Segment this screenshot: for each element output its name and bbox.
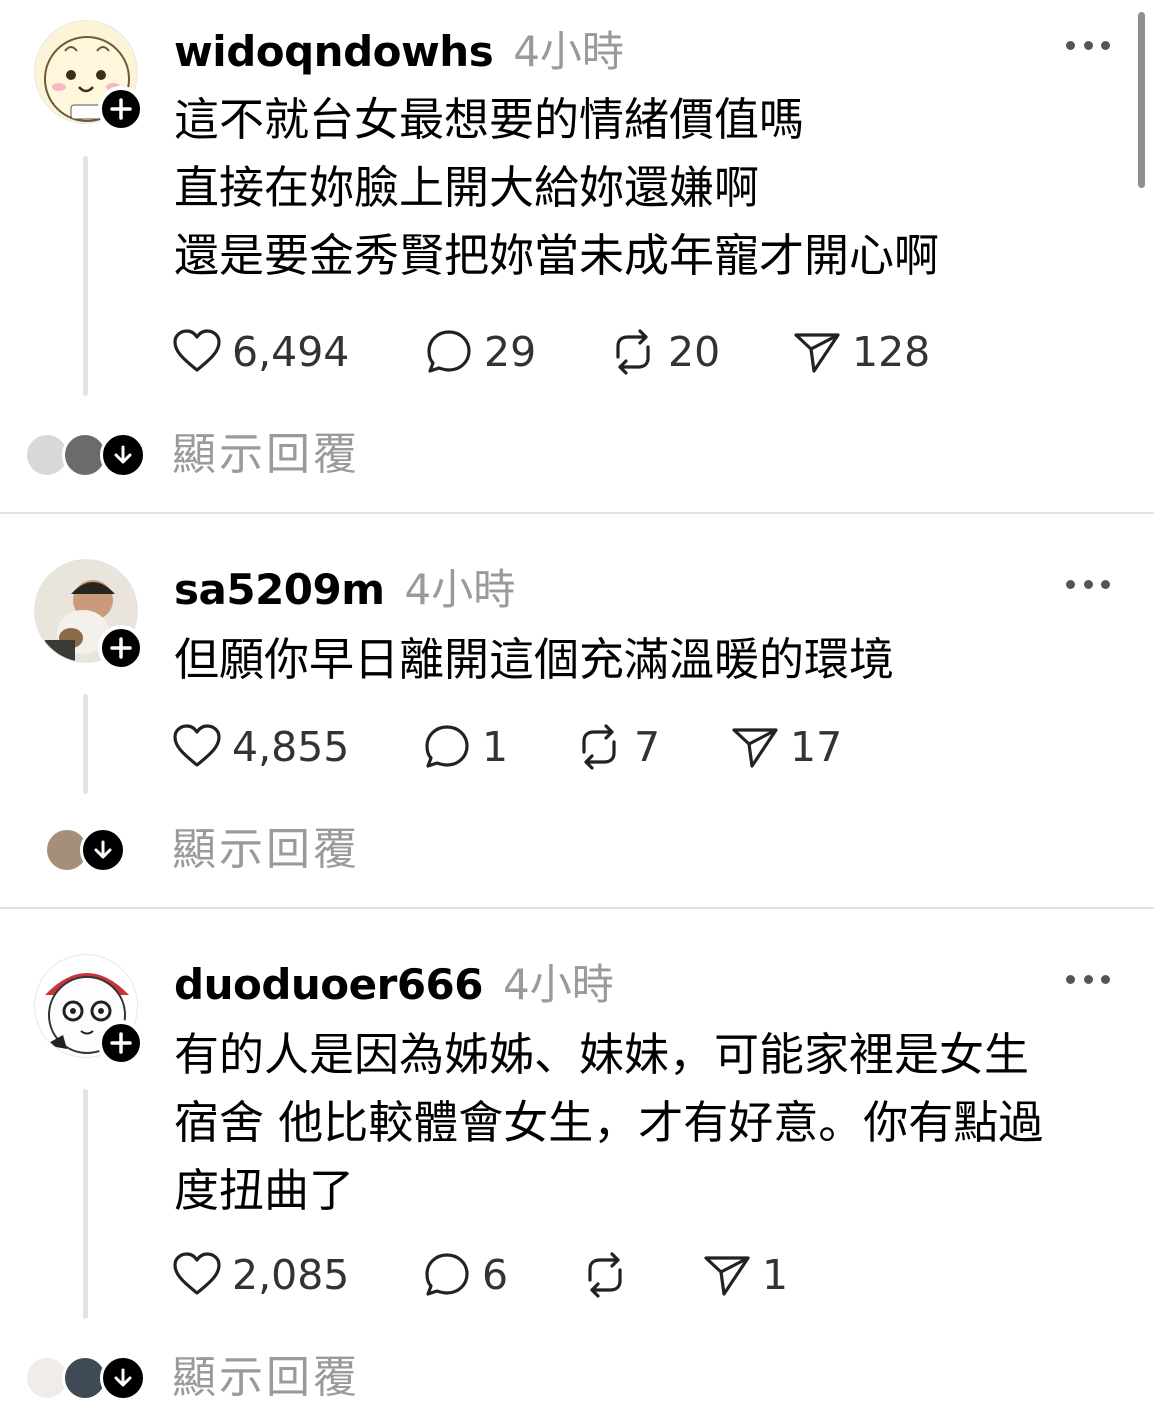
post-body: 這不就台女最想要的情緒價值嗎 直接在妳臉上開大給妳還嫌啊 還是要金秀賢把妳當未成… [174, 86, 1124, 290]
repost-count: 20 [668, 328, 721, 376]
paper-plane-icon [704, 1256, 750, 1296]
repost-arrows-icon [588, 1252, 622, 1298]
post-text-line: 這不就台女最想要的情緒價值嗎 [174, 93, 805, 146]
post-text-line: 還是要金秀賢把妳當未成年寵才開心啊 [174, 229, 940, 282]
thread-line [83, 1089, 88, 1319]
repost-button[interactable]: 20 [608, 326, 720, 378]
like-button[interactable]: 2,085 [172, 1249, 349, 1301]
plus-icon [110, 637, 132, 659]
heart-icon [173, 329, 221, 372]
speech-bubble-icon [425, 1253, 469, 1296]
comment-button[interactable]: 29 [424, 326, 536, 378]
post-text-line: 但願你早日離開這個充滿溫暖的環境 [174, 633, 895, 686]
more-dots-icon[interactable] [1066, 578, 1110, 590]
like-count: 2,085 [232, 1251, 350, 1299]
timestamp: 4小時 [404, 565, 516, 614]
follow-button[interactable] [98, 1020, 144, 1066]
comment-button[interactable]: 1 [422, 721, 508, 773]
repost-arrows-icon [616, 329, 650, 375]
follow-button[interactable] [98, 625, 144, 671]
expand-replies-button[interactable] [100, 1355, 146, 1401]
heart-icon [173, 724, 221, 767]
more-dots-icon[interactable] [1066, 39, 1110, 51]
repost-button[interactable] [580, 1249, 640, 1301]
thread-line [83, 156, 88, 396]
post-text-line: 宿舍 他比較體會女生，才有好意。你有點過 [174, 1096, 1044, 1149]
comment-count: 1 [482, 723, 509, 771]
post-text-line: 有的人是因為姊姊、妹妹，可能家裡是女生 [174, 1028, 1030, 1081]
heart-icon [173, 1252, 221, 1295]
show-replies-link[interactable]: 顯示回覆 [172, 1351, 360, 1405]
comment-button[interactable]: 6 [422, 1249, 508, 1301]
plus-icon [110, 1032, 132, 1054]
show-replies-link[interactable]: 顯示回覆 [172, 428, 360, 482]
paper-plane-icon [732, 728, 778, 768]
thread-line [83, 694, 88, 794]
repost-arrows-icon [582, 724, 616, 770]
post-body: 有的人是因為姊姊、妹妹，可能家裡是女生 宿舍 他比較體會女生，才有好意。你有點過… [174, 1021, 1124, 1225]
arrow-down-icon [114, 1368, 132, 1387]
share-button[interactable]: 128 [792, 326, 930, 378]
repost-button[interactable]: 7 [574, 721, 660, 773]
share-count: 1 [762, 1251, 789, 1299]
share-button[interactable]: 1 [702, 1249, 788, 1301]
comment-count: 6 [482, 1251, 509, 1299]
username[interactable]: sa5209m [174, 565, 385, 614]
arrow-down-icon [114, 445, 132, 464]
paper-plane-icon [794, 333, 840, 373]
like-button[interactable]: 6,494 [172, 326, 349, 378]
like-count: 4,855 [232, 723, 350, 771]
speech-bubble-icon [427, 330, 471, 373]
thread-post: sa5209m 4小時 但願你早日離開這個充滿溫暖的環境 4,855 1 7 1… [0, 514, 1154, 907]
share-count: 128 [852, 328, 931, 376]
speech-bubble-icon [425, 725, 469, 768]
follow-button[interactable] [98, 86, 144, 132]
more-dots-icon[interactable] [1066, 973, 1110, 985]
thread-post: duoduoer666 4小時 有的人是因為姊姊、妹妹，可能家裡是女生 宿舍 他… [0, 909, 1154, 1418]
post-header: sa5209m 4小時 [174, 556, 515, 617]
comment-count: 29 [484, 328, 537, 376]
timestamp: 4小時 [513, 27, 624, 76]
post-text-line: 直接在妳臉上開大給妳還嫌啊 [174, 161, 760, 214]
share-count: 17 [790, 723, 843, 771]
username[interactable]: widoqndowhs [174, 27, 494, 76]
share-button[interactable]: 17 [730, 721, 842, 773]
post-text-line: 度扭曲了 [174, 1164, 355, 1217]
thread-post: widoqndowhs 4小時 這不就台女最想要的情緒價值嗎 直接在妳臉上開大給… [0, 0, 1154, 512]
expand-replies-button[interactable] [80, 827, 126, 873]
repost-count: 7 [634, 723, 661, 771]
post-header: duoduoer666 4小時 [174, 951, 614, 1012]
like-count: 6,494 [232, 328, 350, 376]
username[interactable]: duoduoer666 [174, 960, 484, 1009]
post-header: widoqndowhs 4小時 [174, 18, 624, 79]
plus-icon [110, 98, 132, 120]
like-button[interactable]: 4,855 [172, 721, 349, 773]
show-replies-link[interactable]: 顯示回覆 [172, 823, 360, 877]
expand-replies-button[interactable] [100, 432, 146, 478]
post-body: 但願你早日離開這個充滿溫暖的環境 [174, 626, 1124, 694]
arrow-down-icon [94, 840, 112, 859]
timestamp: 4小時 [503, 960, 614, 1009]
